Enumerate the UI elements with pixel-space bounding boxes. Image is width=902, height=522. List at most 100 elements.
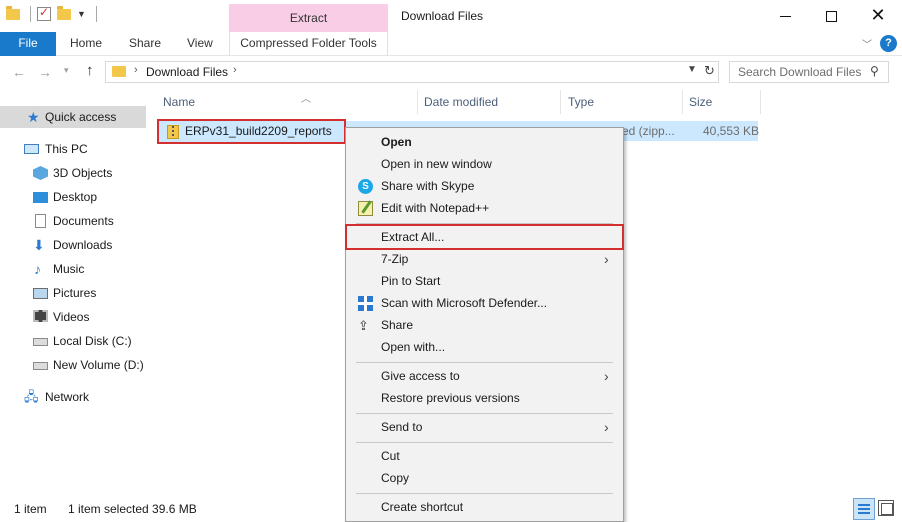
nav-item-label: Music [53, 262, 85, 276]
search-input[interactable] [730, 62, 866, 82]
column-divider[interactable] [417, 90, 418, 114]
expand-ribbon-icon[interactable]: ﹀ [862, 36, 872, 51]
up-arrow-icon[interactable]: ↑ [86, 62, 94, 79]
menu-item-share-skype[interactable]: S Share with Skype [348, 175, 621, 197]
close-icon: ✕ [870, 5, 886, 25]
nav-item-label: Pictures [53, 286, 97, 300]
nav-item-new-volume[interactable]: New Volume (D:) [0, 354, 146, 376]
tab-compressed-folder-tools[interactable]: Compressed Folder Tools [229, 32, 388, 56]
menu-item-open[interactable]: Open [348, 131, 621, 153]
nav-item-network[interactable]: 🖧 Network [0, 386, 146, 408]
help-icon[interactable]: ? [880, 35, 897, 52]
refresh-icon[interactable]: ↻ [704, 63, 715, 79]
menu-item-extract-all[interactable]: Extract All... [345, 224, 624, 250]
nav-item-label: Desktop [53, 190, 98, 204]
column-divider[interactable] [560, 90, 561, 114]
recent-locations-icon[interactable]: ▾ [64, 65, 69, 76]
nav-item-this-pc[interactable]: This PC [0, 138, 146, 160]
forward-arrow-icon[interactable]: → [38, 64, 52, 80]
menu-divider [356, 362, 613, 363]
window-title: Download Files [401, 9, 484, 23]
nav-item-music[interactable]: ♪ Music [0, 258, 146, 280]
nav-item-videos[interactable]: Videos [0, 306, 146, 328]
nav-item-label: 3D Objects [53, 166, 113, 180]
menu-item-label: Extract All... [381, 230, 445, 244]
column-divider[interactable] [682, 90, 683, 114]
context-menu: Open Open in new window S Share with Sky… [345, 127, 624, 522]
zip-folder-icon [167, 125, 179, 139]
menu-item-label: Cut [381, 449, 400, 463]
menu-item-label: Share with Skype [381, 179, 475, 193]
title-bar: ▼ Extract Download Files ✕ [0, 0, 902, 32]
maximize-button[interactable] [808, 0, 854, 30]
menu-item-cut[interactable]: Cut [348, 445, 621, 467]
nav-item-pictures[interactable]: Pictures [0, 282, 146, 304]
address-dropdown-icon[interactable]: ▼ [687, 64, 697, 75]
properties-icon[interactable] [37, 5, 51, 21]
tab-share[interactable]: Share [129, 32, 161, 56]
menu-item-7zip[interactable]: 7-Zip › [348, 248, 621, 270]
skype-icon: S [358, 179, 373, 194]
customize-toolbar-icon[interactable]: ▼ [77, 9, 86, 19]
column-divider[interactable] [760, 90, 761, 114]
breadcrumb-download-files[interactable]: Download Files [146, 65, 228, 79]
menu-item-edit-notepad[interactable]: Edit with Notepad++ [348, 197, 621, 219]
menu-item-copy[interactable]: Copy [348, 467, 621, 489]
menu-item-label: Create shortcut [381, 500, 464, 514]
menu-item-label: Give access to [381, 369, 460, 383]
menu-item-label: Pin to Start [381, 274, 441, 288]
nav-item-documents[interactable]: Documents [0, 210, 146, 232]
star-icon: ★ [27, 109, 40, 125]
search-icon[interactable]: ⚲ [870, 64, 879, 78]
column-header-date-modified[interactable]: Date modified [424, 88, 560, 116]
menu-item-label: 7-Zip [381, 252, 409, 266]
toolbar-divider [30, 6, 31, 22]
search-box[interactable]: ⚲ [729, 61, 889, 83]
folder-icon [6, 5, 20, 20]
nav-item-downloads[interactable]: ⬇ Downloads [0, 234, 146, 256]
minimize-button[interactable] [762, 0, 808, 30]
new-folder-icon[interactable] [57, 5, 71, 20]
menu-item-open-with[interactable]: Open with... [348, 336, 621, 358]
menu-item-give-access[interactable]: Give access to › [348, 365, 621, 387]
menu-item-share[interactable]: ⇪ Share [348, 314, 621, 336]
tab-home[interactable]: Home [70, 32, 102, 56]
menu-item-pin-start[interactable]: Pin to Start [348, 270, 621, 292]
share-icon: ⇪ [358, 318, 369, 333]
tab-view[interactable]: View [187, 32, 213, 56]
menu-item-scan-defender[interactable]: Scan with Microsoft Defender... [348, 292, 621, 314]
menu-item-open-new-window[interactable]: Open in new window [348, 153, 621, 175]
submenu-arrow-icon: › [604, 419, 609, 435]
back-arrow-icon[interactable]: ← [12, 64, 26, 80]
menu-divider [356, 413, 613, 414]
menu-item-label: Copy [381, 471, 410, 485]
nav-item-label: New Volume (D:) [53, 358, 144, 372]
chevron-right-icon[interactable]: › [233, 64, 237, 76]
column-header-size[interactable]: Size [689, 88, 759, 116]
menu-item-create-shortcut[interactable]: Create shortcut [348, 496, 621, 518]
nav-item-local-disk[interactable]: Local Disk (C:) [0, 330, 146, 352]
drive-icon [33, 362, 48, 370]
menu-item-label: Scan with Microsoft Defender... [381, 296, 548, 310]
address-bar[interactable]: › Download Files › ▼ ↻ [105, 61, 719, 83]
column-header-type[interactable]: Type [568, 88, 682, 116]
sort-ascending-icon: ︿ [301, 94, 311, 105]
submenu-arrow-icon: › [604, 368, 609, 384]
nav-item-label: Quick access [45, 110, 117, 124]
column-header-name[interactable]: Name ︿ [163, 88, 417, 116]
selected-file[interactable]: ERPv31_build2209_reports [157, 119, 346, 144]
chevron-right-icon[interactable]: › [134, 64, 138, 76]
menu-item-restore-versions[interactable]: Restore previous versions [348, 387, 621, 409]
network-icon: 🖧 [24, 389, 39, 404]
local-disk-icon [33, 338, 48, 346]
nav-item-3d-objects[interactable]: 3D Objects [0, 162, 146, 184]
ribbon-tabs: File Home Share View Compressed Folder T… [0, 32, 902, 56]
file-size-cell: 40,553 KB [703, 124, 760, 138]
menu-item-send-to[interactable]: Send to › [348, 416, 621, 438]
large-icons-view-icon[interactable] [878, 500, 894, 516]
nav-item-desktop[interactable]: Desktop [0, 186, 146, 208]
nav-item-quick-access[interactable]: ★ Quick access [0, 106, 146, 128]
tab-file[interactable]: File [0, 32, 56, 56]
close-button[interactable]: ✕ [855, 0, 901, 30]
details-view-icon[interactable] [853, 498, 875, 520]
